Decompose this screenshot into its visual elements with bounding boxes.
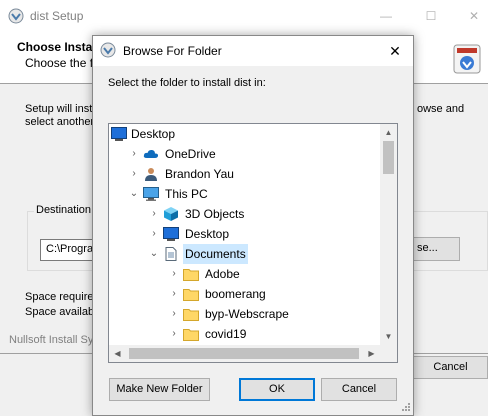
tree-item[interactable]: › Brandon Yau xyxy=(109,164,381,184)
tree-item-label: Desktop xyxy=(185,227,230,241)
chevron-right-icon[interactable]: › xyxy=(147,204,161,224)
installer-title: dist Setup xyxy=(30,9,84,23)
folder-icon xyxy=(183,267,199,281)
installer-cancel-button[interactable]: Cancel xyxy=(413,356,488,379)
user-icon xyxy=(143,167,159,181)
dialog-titlebar: Browse For Folder ✕ xyxy=(93,36,413,66)
tree-item[interactable]: › 3D Objects xyxy=(109,204,381,224)
tree-item[interactable]: ⌄ Documents xyxy=(109,244,381,264)
scroll-down-icon[interactable]: ▼ xyxy=(380,328,397,345)
folder-icon xyxy=(183,287,199,301)
chevron-right-icon[interactable]: › xyxy=(127,164,141,184)
installer-subheading: Choose the fo xyxy=(25,56,100,70)
chevron-right-icon[interactable]: › xyxy=(167,304,181,324)
horizontal-scroll-thumb[interactable] xyxy=(129,348,359,359)
desktop-icon xyxy=(111,127,127,141)
tree-item-label: Desktop xyxy=(131,127,176,141)
installer-logo-icon xyxy=(453,44,481,74)
tree-item[interactable]: ⌄ This PC xyxy=(109,184,381,204)
chevron-right-icon[interactable]: › xyxy=(167,284,181,304)
tree-item[interactable]: › boomerang xyxy=(109,284,381,304)
browse-folder-dialog: Browse For Folder ✕ Select the folder to… xyxy=(92,35,414,416)
computer-icon xyxy=(143,187,159,201)
horizontal-scrollbar[interactable]: ◀ ▶ xyxy=(109,345,380,362)
chevron-down-icon[interactable]: ⌄ xyxy=(147,244,161,264)
tree-item[interactable]: Desktop xyxy=(109,124,381,144)
destination-path-input[interactable]: C:\Progra xyxy=(40,239,100,261)
cancel-button[interactable]: Cancel xyxy=(321,378,397,401)
tree-item-label: Adobe xyxy=(205,267,240,281)
vertical-scroll-thumb[interactable] xyxy=(383,141,394,174)
resize-grip-icon[interactable] xyxy=(399,402,411,414)
tree-item[interactable]: › Desktop xyxy=(109,224,381,244)
close-button[interactable]: ✕ xyxy=(464,6,484,26)
installer-description: Setup will insta select another xyxy=(25,103,99,128)
destination-folder-label: Destination f xyxy=(34,204,100,216)
chevron-down-icon[interactable]: ⌄ xyxy=(127,184,141,204)
tree-item-label: byp-Webscrape xyxy=(205,307,289,321)
scroll-corner xyxy=(380,345,397,362)
space-required-label: Space require xyxy=(25,291,94,303)
tree-item-label: This PC xyxy=(165,187,208,201)
tree-item-label: Brandon Yau xyxy=(165,167,234,181)
space-available-label: Space availab xyxy=(25,306,95,318)
tree-item[interactable]: › Adobe xyxy=(109,264,381,284)
chevron-right-icon[interactable]: › xyxy=(167,264,181,284)
scroll-right-icon[interactable]: ▶ xyxy=(363,345,380,362)
installer-description-tail: owse and xyxy=(417,103,465,115)
tree-item-label: boomerang xyxy=(205,287,266,301)
scroll-up-icon[interactable]: ▲ xyxy=(380,124,397,141)
maximize-button[interactable]: ☐ xyxy=(421,6,441,26)
ok-button[interactable]: OK xyxy=(239,378,315,401)
document-icon xyxy=(163,247,179,261)
tree-item-label: OneDrive xyxy=(165,147,216,161)
dialog-app-icon xyxy=(100,42,116,58)
minimize-button[interactable]: — xyxy=(376,6,396,26)
make-new-folder-button[interactable]: Make New Folder xyxy=(109,378,210,401)
tree-item[interactable]: › OneDrive xyxy=(109,144,381,164)
dialog-close-button[interactable]: ✕ xyxy=(379,39,411,63)
vertical-scrollbar[interactable]: ▲ ▼ xyxy=(380,124,397,345)
tree-item-label: Documents xyxy=(183,244,248,264)
folder-tree[interactable]: Desktop › OneDrive › Brandon Yau ⌄ This PC › 3D … xyxy=(108,123,398,363)
chevron-right-icon[interactable]: › xyxy=(167,324,181,344)
dialog-title: Browse For Folder xyxy=(123,44,222,58)
dialog-instruction: Select the folder to install dist in: xyxy=(108,77,266,89)
folder-icon xyxy=(183,327,199,341)
tree-item-label: covid19 xyxy=(205,327,247,341)
installer-footer: Nullsoft Install Sy xyxy=(9,334,94,346)
tree-item-label: 3D Objects xyxy=(185,207,245,221)
scroll-left-icon[interactable]: ◀ xyxy=(109,345,126,362)
cube-icon xyxy=(163,207,179,221)
tree-item[interactable]: › covid19 xyxy=(109,324,381,344)
cloud-icon xyxy=(143,147,159,161)
installer-app-icon xyxy=(8,8,24,24)
chevron-right-icon[interactable]: › xyxy=(127,144,141,164)
chevron-right-icon[interactable]: › xyxy=(147,224,161,244)
folder-icon xyxy=(183,307,199,321)
desktop-icon xyxy=(163,227,179,241)
installer-heading: Choose Instal xyxy=(17,40,96,54)
tree-item[interactable]: › byp-Webscrape xyxy=(109,304,381,324)
installer-titlebar: dist Setup — ☐ ✕ xyxy=(0,0,488,31)
